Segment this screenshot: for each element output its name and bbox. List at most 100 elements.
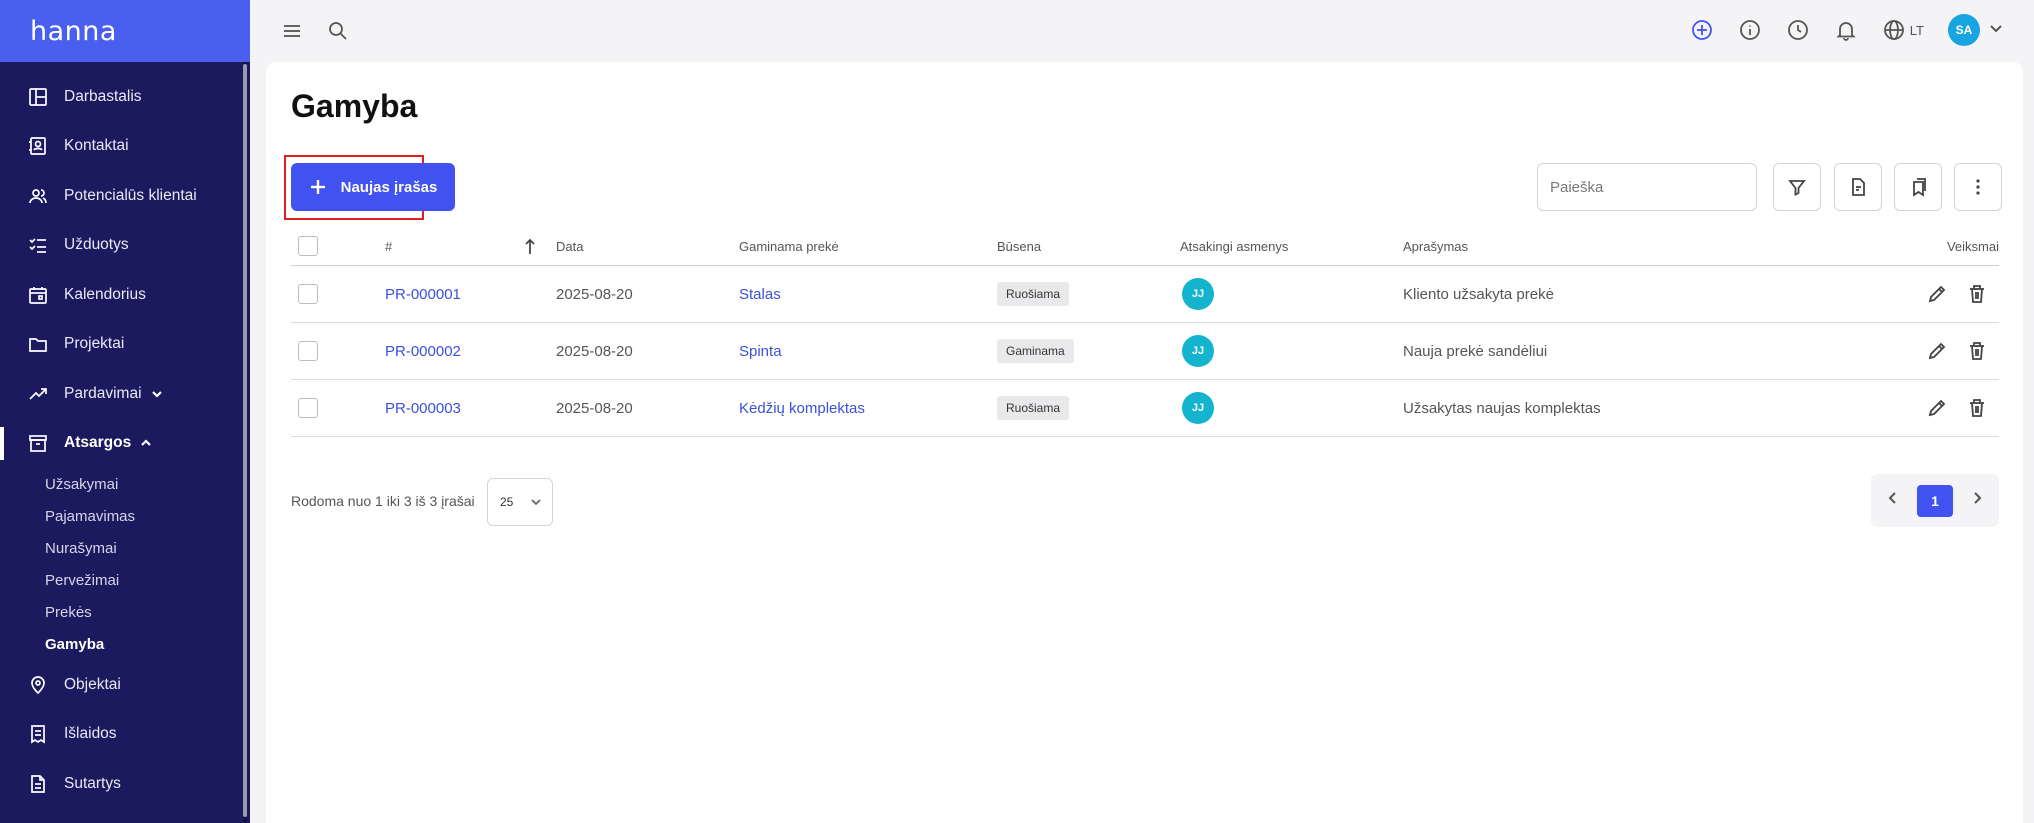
chevron-down-icon [150,387,164,401]
sidebar-item-objektai[interactable]: Objektai [0,660,250,710]
column-header-id[interactable]: # [385,227,392,265]
document-icon [28,774,48,794]
column-header-status[interactable]: Būsena [997,227,1041,265]
new-record-button[interactable]: Naujas įrašas [291,163,455,211]
row-actions [1926,323,1988,379]
sidebar-item-potencialus-klientai[interactable]: Potencialūs klientai [0,171,250,221]
sidebar-item-label: Kalendorius [64,285,146,303]
edit-icon[interactable] [1926,397,1948,419]
product-link[interactable]: Spinta [739,323,782,379]
sidebar-scrollbar[interactable] [243,62,247,823]
select-all-checkbox[interactable] [298,236,318,256]
next-page-icon[interactable] [1969,490,1985,511]
sidebar-item-label: Pardavimai [64,384,142,402]
sidebar-item-projektai[interactable]: Projektai [0,320,250,370]
column-header-description[interactable]: Aprašymas [1403,227,1468,265]
table-row[interactable]: PR-000002 2025-08-20 Spinta Gaminama JJ … [291,323,1999,380]
record-id-link[interactable]: PR-000001 [385,266,461,322]
sidebar-subitem-nurasymai[interactable]: Nurašymai [0,532,250,564]
edit-icon[interactable] [1926,340,1948,362]
record-id-link[interactable]: PR-000003 [385,380,461,436]
record-date: 2025-08-20 [556,342,633,360]
sidebar-item-kalendorius[interactable]: Kalendorius [0,270,250,320]
avatar[interactable]: JJ [1182,278,1214,310]
language-selector[interactable]: LT [1882,18,1924,42]
sidebar-item-sutartys[interactable]: Sutartys [0,759,250,809]
trash-icon[interactable] [1966,283,1988,305]
sidebar-subitem-pervezimai[interactable]: Pervežimai [0,564,250,596]
avatar[interactable]: JJ [1182,335,1214,367]
column-header-date[interactable]: Data [556,227,583,265]
new-record-button-label: Naujas įrašas [340,178,438,196]
saved-views-button[interactable] [1894,163,1942,211]
status-badge: Gaminama [997,339,1074,363]
product-link[interactable]: Kėdžių komplektas [739,380,865,436]
sidebar-item-uzduotys[interactable]: Užduotys [0,221,250,271]
chevron-down-icon [1988,20,2004,41]
product-link[interactable]: Stalas [739,266,781,322]
row-actions [1926,266,1988,322]
add-circle-icon[interactable] [1690,18,1714,42]
chevron-up-icon [139,436,153,450]
sidebar-item-pardavimai[interactable]: Pardavimai [0,369,250,419]
sidebar-item-label: Kontaktai [64,137,129,155]
edit-icon[interactable] [1926,283,1948,305]
sidebar-item-kontaktai[interactable]: Kontaktai [0,122,250,172]
app-logo[interactable]: hanna [30,16,117,47]
menu-icon[interactable] [280,19,304,43]
column-header-actions: Veiksmai [1946,238,1999,254]
table-row[interactable]: PR-000001 2025-08-20 Stalas Ruošiama JJ … [291,266,1999,323]
trash-icon[interactable] [1966,340,1988,362]
tasks-icon [28,235,48,255]
record-date: 2025-08-20 [556,285,633,303]
table-header: # Data Gaminama prekė Būsena Atsakingi a… [291,227,1999,266]
plus-icon [310,180,325,194]
export-button[interactable] [1834,163,1882,211]
per-page-select[interactable]: 25 [487,478,553,526]
logo-bar: hanna [0,0,250,62]
record-description: Užsakytas naujas komplektas [1403,399,1601,417]
row-checkbox[interactable] [298,341,318,361]
top-bar: LT SA [250,0,2034,62]
pagination: 1 [1871,474,1999,527]
table-row[interactable]: PR-000003 2025-08-20 Kėdžių komplektas R… [291,380,1999,437]
sidebar-item-label: Sutartys [64,774,121,792]
pagination-summary: Rodoma nuo 1 iki 3 iš 3 įrašai [291,493,475,509]
avatar[interactable]: JJ [1182,392,1214,424]
info-icon[interactable] [1738,18,1762,42]
filter-button[interactable] [1773,163,1821,211]
sidebar-subitem-gamyba[interactable]: Gamyba [0,628,250,660]
column-header-responsible[interactable]: Atsakingi asmenys [1180,227,1288,265]
clock-icon[interactable] [1786,18,1810,42]
column-header-product[interactable]: Gaminama prekė [739,227,839,265]
sidebar-subitem-pajamavimas[interactable]: Pajamavimas [0,500,250,532]
search-icon[interactable] [326,19,350,43]
status-badge: Ruošiama [997,396,1070,420]
bell-icon[interactable] [1834,18,1858,42]
folder-icon [28,334,48,354]
sort-arrow-up-icon[interactable] [523,227,537,265]
sidebar-subitem-uzsakymai[interactable]: Užsakymai [0,468,250,500]
record-date: 2025-08-20 [556,399,633,417]
page-button-current[interactable]: 1 [1917,484,1953,517]
trash-icon[interactable] [1966,397,1988,419]
sidebar-item-darbastalis[interactable]: Darbastalis [0,72,250,122]
dashboard-icon [28,87,48,107]
sidebar-scrollbar-thumb[interactable] [243,64,247,817]
more-options-button[interactable] [1954,163,2002,211]
search-input[interactable] [1550,178,1749,196]
row-checkbox[interactable] [298,398,318,418]
sidebar-item-label: Atsargos [64,434,132,452]
per-page-value: 25 [500,495,514,509]
sidebar-item-islaidos[interactable]: Išlaidos [0,710,250,760]
prev-page-icon[interactable] [1885,490,1901,511]
top-bar-right: LT SA [1690,14,2004,46]
user-menu[interactable]: SA [1948,14,2004,46]
sidebar-item-atsargos[interactable]: Atsargos [0,419,250,469]
archive-icon [28,433,48,453]
record-id-link[interactable]: PR-000002 [385,323,461,379]
sidebar-subitem-prekes[interactable]: Prekės [0,596,250,628]
sidebar-item-label: Potencialūs klientai [64,186,197,204]
search-box [1537,163,1757,211]
row-checkbox[interactable] [298,284,318,304]
